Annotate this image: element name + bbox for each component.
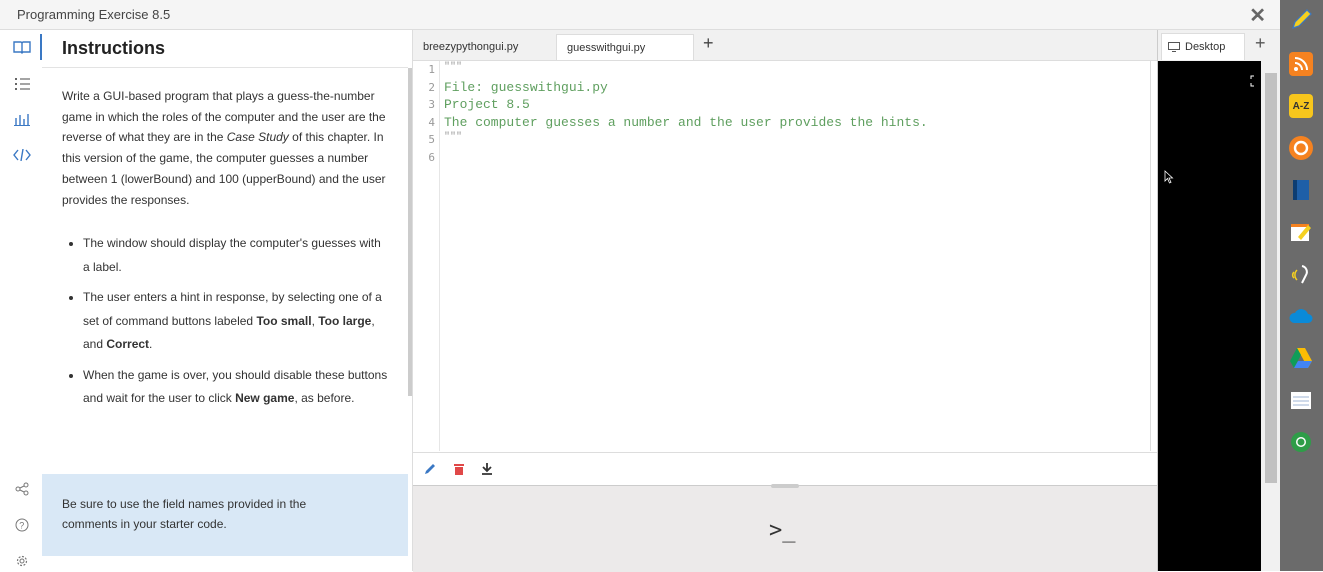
- checklist-icon[interactable]: [13, 75, 31, 93]
- case-study-emphasis: Case Study: [226, 130, 289, 145]
- code-line: The computer guesses a number and the us…: [444, 115, 928, 130]
- line-number: 4: [428, 116, 435, 129]
- code-icon[interactable]: [13, 146, 31, 164]
- list-item-text: The window should display the computer's…: [83, 236, 381, 274]
- requirements-list: The window should display the computer's…: [62, 232, 388, 411]
- desktop-screen[interactable]: [1158, 61, 1261, 571]
- separator-text: .: [149, 337, 153, 352]
- editor-scroll-edge: [1150, 61, 1151, 451]
- close-icon[interactable]: ✕: [1249, 3, 1266, 28]
- window-title: Programming Exercise 8.5: [17, 7, 171, 22]
- editor-toolbar: [413, 452, 1158, 485]
- code-editor[interactable]: """ File: guesswithgui.py Project 8.5 Th…: [444, 61, 1149, 451]
- list-item-text-end: , as before.: [294, 391, 355, 406]
- add-tab-button[interactable]: +: [703, 33, 714, 54]
- line-number: 1: [428, 63, 435, 76]
- line-number: 3: [428, 98, 435, 111]
- rss-icon[interactable]: [1289, 52, 1313, 76]
- cloud-icon[interactable]: [1289, 304, 1313, 328]
- list-item: When the game is over, you should disabl…: [83, 364, 388, 411]
- notepad-icon[interactable]: [1289, 388, 1313, 412]
- code-line: File: guesswithgui.py: [444, 80, 608, 95]
- line-number: 5: [428, 133, 435, 146]
- monitor-icon: [1168, 42, 1180, 52]
- fullscreen-icon[interactable]: [1250, 75, 1258, 87]
- desktop-panel: Desktop +: [1157, 30, 1281, 571]
- green-circle-icon[interactable]: [1289, 430, 1313, 454]
- code-line: """: [444, 62, 463, 73]
- note-box: Be sure to use the field names provided …: [42, 474, 408, 556]
- instructions-body: Write a GUI-based program that plays a g…: [62, 86, 388, 418]
- code-line: """: [444, 132, 463, 143]
- line-number: 6: [428, 151, 435, 164]
- app-dock: A-Z: [1280, 0, 1323, 571]
- pencil-icon[interactable]: [423, 462, 437, 476]
- instructions-panel: Instructions Write a GUI-based program t…: [42, 30, 408, 571]
- too-large-text: Too large: [318, 313, 372, 328]
- add-desktop-button[interactable]: +: [1255, 33, 1266, 54]
- desktop-tab-label: Desktop: [1185, 41, 1226, 53]
- b-icon[interactable]: [1289, 136, 1313, 160]
- too-small-text: Too small: [256, 313, 312, 328]
- svg-text:?: ?: [19, 521, 24, 531]
- note-icon[interactable]: [1289, 220, 1313, 244]
- chart-icon[interactable]: [13, 110, 31, 128]
- terminal-prompt-icon: >_: [769, 518, 796, 543]
- book-app-icon[interactable]: [1289, 178, 1313, 202]
- correct-text: Correct: [106, 337, 150, 352]
- share-icon[interactable]: [13, 480, 31, 498]
- note-text: Be sure to use the field names provided …: [62, 497, 307, 531]
- book-icon[interactable]: [13, 38, 31, 56]
- instructions-paragraph: Write a GUI-based program that plays a g…: [62, 86, 388, 210]
- terminal-resize-handle[interactable]: [771, 484, 799, 488]
- code-line: Project 8.5: [444, 97, 530, 112]
- instructions-heading: Instructions: [62, 38, 166, 58]
- editor-area: breezypythongui.py guesswithgui.py + 1 2…: [412, 30, 1158, 572]
- editor-tabs: breezypythongui.py guesswithgui.py +: [413, 30, 1158, 61]
- list-item: The user enters a hint in response, by s…: [83, 286, 388, 357]
- pencil-tool-icon[interactable]: [1289, 8, 1313, 32]
- a-z-icon[interactable]: A-Z: [1289, 94, 1313, 118]
- line-number-gutter: 1 2 3 4 5 6: [413, 61, 440, 451]
- speech-icon[interactable]: [1289, 262, 1313, 286]
- tab-breezypythongui[interactable]: breezypythongui.py: [413, 34, 553, 60]
- list-item: The window should display the computer's…: [83, 232, 388, 279]
- tab-guesswithgui[interactable]: guesswithgui.py: [556, 34, 694, 60]
- title-bar: Programming Exercise 8.5 ✕: [0, 0, 1280, 30]
- instructions-header: Instructions: [42, 30, 408, 68]
- drive-icon[interactable]: [1289, 346, 1313, 370]
- terminal-panel[interactable]: >_: [413, 484, 1158, 572]
- cursor-icon: [1164, 170, 1174, 184]
- help-icon[interactable]: ?: [13, 516, 31, 534]
- download-icon[interactable]: [480, 462, 494, 476]
- desktop-scrollbar[interactable]: [1261, 61, 1281, 571]
- line-number: 2: [428, 81, 435, 94]
- tab-desktop[interactable]: Desktop: [1161, 33, 1245, 60]
- new-game-text: New game: [235, 391, 295, 406]
- gear-icon[interactable]: [13, 552, 31, 570]
- trash-icon[interactable]: [452, 462, 466, 476]
- scrollbar-thumb[interactable]: [1265, 73, 1277, 483]
- left-rail: ?: [0, 30, 43, 571]
